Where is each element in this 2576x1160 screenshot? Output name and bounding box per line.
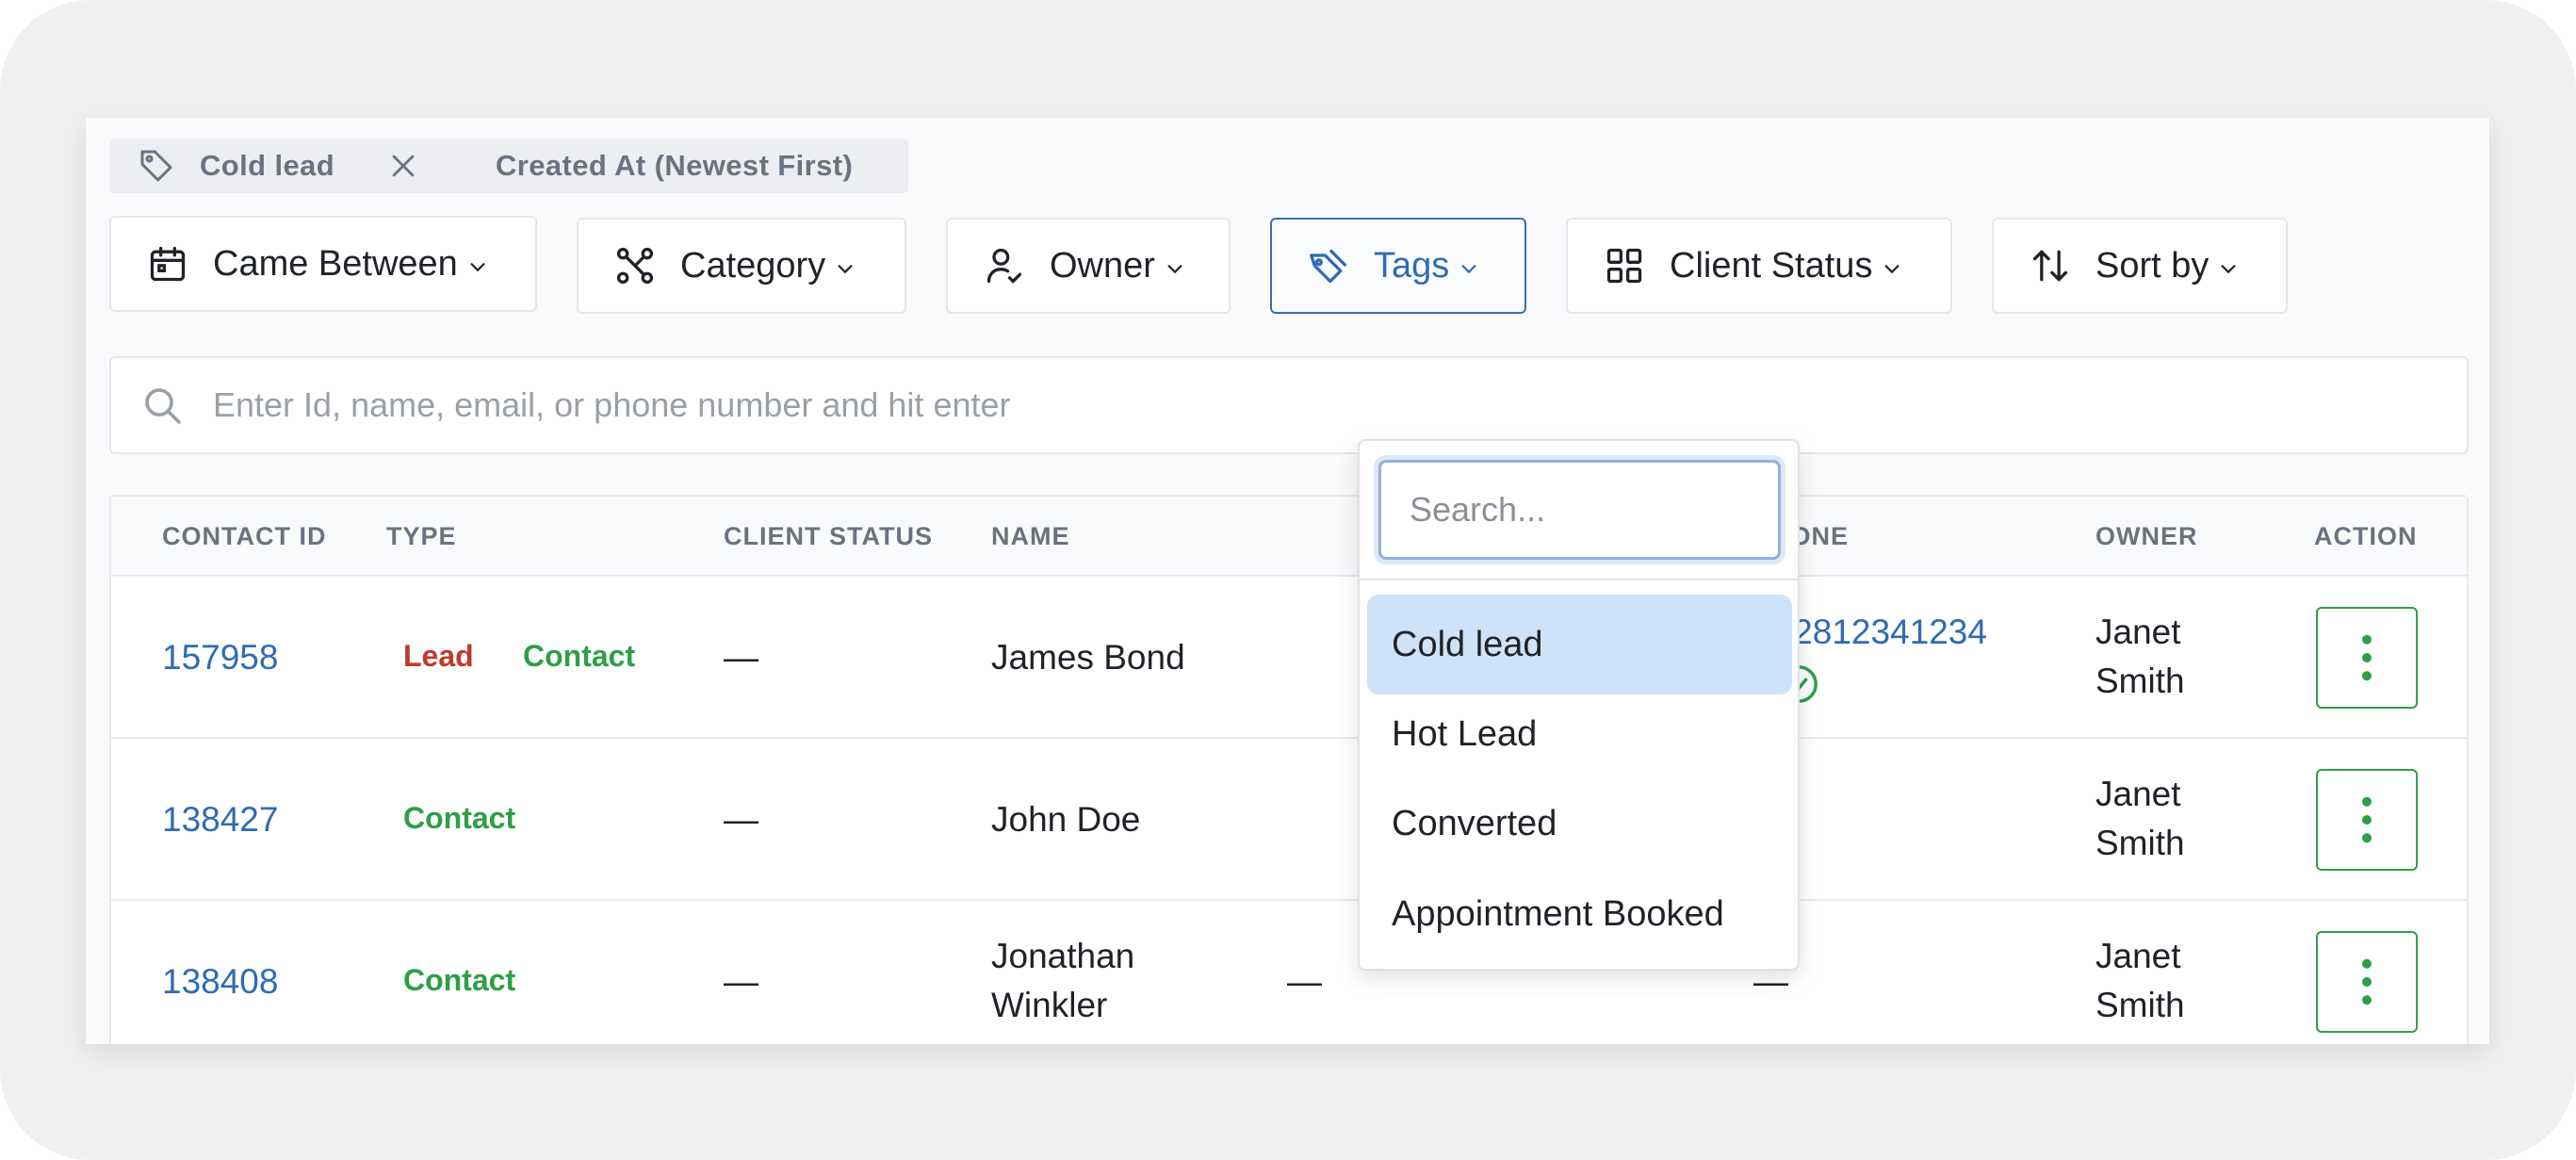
contact-first-name: Jonathan xyxy=(991,937,1135,975)
chevron-down-icon xyxy=(1884,265,1899,274)
column-header-name[interactable]: NAME xyxy=(991,497,1070,577)
owner-last-name: Smith xyxy=(2095,824,2185,862)
tags-icon xyxy=(1310,249,1347,284)
type-badge-contact: Contact xyxy=(523,639,636,673)
more-vertical-icon xyxy=(2362,634,2372,681)
active-sort-chip: Created At (Newest First) xyxy=(469,139,908,193)
chip-label: Cold lead xyxy=(200,149,335,182)
client-status-filter-button[interactable]: Client Status xyxy=(1566,218,1952,314)
type-badge-lead: Lead xyxy=(403,639,474,673)
sort-icon xyxy=(2032,250,2068,282)
table-row[interactable]: 138408 Contact — Jonathan Winkler — — Ja… xyxy=(111,901,2467,1044)
column-header-client-status[interactable]: CLIENT STATUS xyxy=(724,497,933,577)
column-header-contact-id[interactable]: CONTACT ID xyxy=(162,497,326,577)
contact-last-name: Winkler xyxy=(991,986,1108,1024)
tags-filter-button[interactable]: Tags xyxy=(1270,218,1526,314)
client-status-value: — xyxy=(724,962,758,1001)
contact-id-link[interactable]: 138427 xyxy=(162,795,278,844)
column-header-owner[interactable]: OWNER xyxy=(2095,497,2198,577)
chevron-down-icon xyxy=(1167,265,1182,274)
search-input[interactable] xyxy=(213,385,2003,425)
type-badge-contact: Contact xyxy=(403,963,516,997)
column-header-action: ACTION xyxy=(2314,522,2418,550)
owner-last-name: Smith xyxy=(2095,662,2185,700)
row-actions-button[interactable] xyxy=(2316,607,2418,709)
tags-dropdown-menu: Cold lead Hot Lead Converted Appointment… xyxy=(1358,439,1800,971)
table-row[interactable]: 157958 Lead Contact — James Bond +128123… xyxy=(111,577,2467,739)
filter-label: Tags xyxy=(1374,245,1450,286)
category-icon xyxy=(616,247,654,285)
filter-label: Sort by xyxy=(2095,245,2209,286)
more-vertical-icon xyxy=(2362,796,2372,843)
chevron-down-icon xyxy=(1461,265,1476,274)
tag-option-hot-lead[interactable]: Hot Lead xyxy=(1367,684,1792,784)
filter-label: Category xyxy=(680,245,826,286)
contact-id-link[interactable]: 157958 xyxy=(162,633,278,682)
contact-id-link[interactable]: 138408 xyxy=(162,957,278,1006)
chevron-down-icon xyxy=(2221,265,2236,274)
table-row[interactable]: 138427 Contact — John Doe — Janet Smith xyxy=(111,739,2467,901)
category-filter-button[interactable]: Category xyxy=(577,218,906,314)
user-check-icon xyxy=(986,248,1022,284)
close-icon[interactable] xyxy=(387,150,419,182)
owner-first-name: Janet xyxy=(2095,613,2181,651)
chevron-down-icon xyxy=(470,263,485,272)
grid-icon xyxy=(1606,248,1642,284)
contacts-panel: Cold lead Created At (Newest First) Came… xyxy=(86,118,2489,1044)
owner-filter-button[interactable]: Owner xyxy=(946,218,1231,314)
tags-search-field xyxy=(1378,460,1781,560)
sort-by-button[interactable]: Sort by xyxy=(1992,218,2288,314)
row-actions-button[interactable] xyxy=(2316,769,2418,871)
tags-search-input[interactable] xyxy=(1410,490,1749,530)
contact-search-bar xyxy=(109,356,2469,454)
tag-option-cold-lead[interactable]: Cold lead xyxy=(1367,595,1792,694)
client-status-value: — xyxy=(724,638,758,677)
calendar-icon xyxy=(150,246,186,282)
filter-label: Came Between xyxy=(213,243,458,284)
tag-option-appointment-booked[interactable]: Appointment Booked xyxy=(1367,864,1792,964)
contact-name: James Bond xyxy=(991,638,1185,677)
email-value: — xyxy=(1287,962,1322,1001)
contacts-table: CONTACT ID TYPE CLIENT STATUS NAME PHONE… xyxy=(109,495,2469,1044)
search-icon xyxy=(145,388,181,424)
came-between-filter-button[interactable]: Came Between xyxy=(109,216,537,312)
contact-name: John Doe xyxy=(991,800,1141,839)
dropdown-divider xyxy=(1360,579,1798,580)
filter-label: Owner xyxy=(1050,245,1155,286)
client-status-value: — xyxy=(724,800,758,839)
chevron-down-icon xyxy=(838,265,853,274)
owner-first-name: Janet xyxy=(2095,775,2181,813)
owner-first-name: Janet xyxy=(2095,937,2181,975)
table-header: CONTACT ID TYPE CLIENT STATUS NAME PHONE… xyxy=(111,497,2467,577)
active-filter-chip-tag: Cold lead xyxy=(109,139,496,193)
tag-icon xyxy=(140,150,172,182)
tag-option-converted[interactable]: Converted xyxy=(1367,774,1792,874)
filter-label: Client Status xyxy=(1670,245,1873,286)
type-badge-contact: Contact xyxy=(403,801,516,835)
column-header-type[interactable]: TYPE xyxy=(386,497,457,577)
row-actions-button[interactable] xyxy=(2316,931,2418,1033)
more-vertical-icon xyxy=(2362,958,2372,1005)
chip-label: Created At (Newest First) xyxy=(496,149,854,182)
owner-last-name: Smith xyxy=(2095,986,2185,1024)
